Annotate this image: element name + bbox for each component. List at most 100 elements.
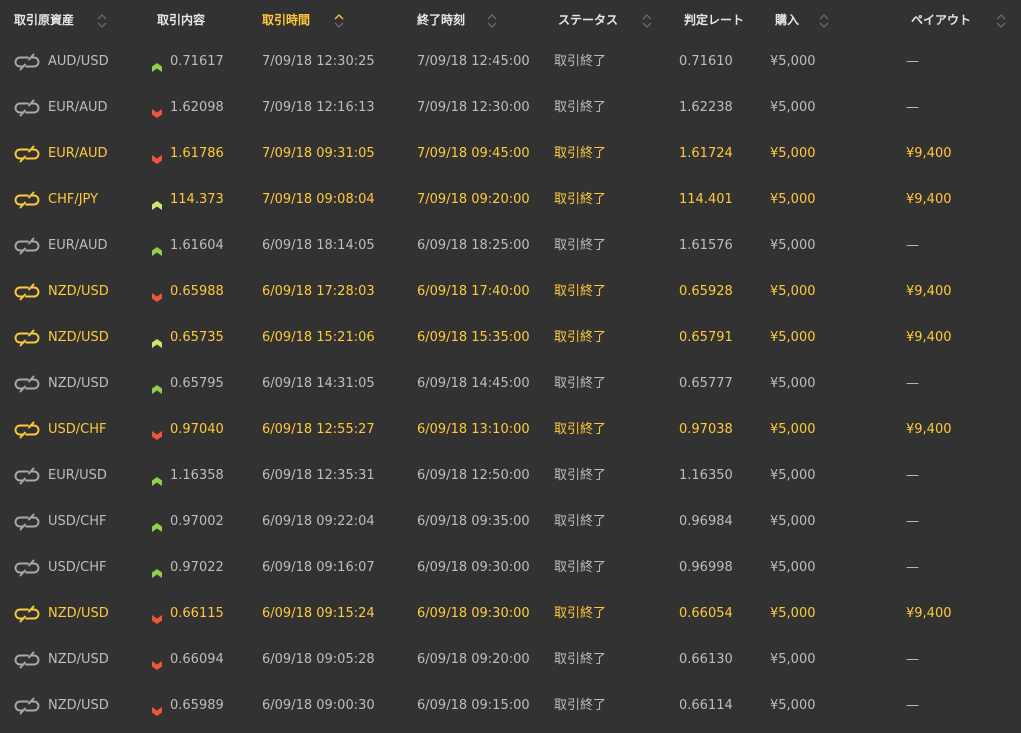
exchange-icon <box>14 329 40 347</box>
status-cell: 取引終了 <box>554 100 607 115</box>
end-time-cell: 6/09/18 09:30:00 <box>417 560 530 575</box>
table-header: 取引原資産 取引内容 取引時間 終了時刻 ステータス 判定レート 購入 ペイアウ… <box>0 0 1021 40</box>
purchase-cell: ¥5,000 <box>770 606 816 621</box>
table-row[interactable]: EUR/AUD 1.62098 7/09/18 12:16:13 7/09/18 12… <box>0 85 1021 131</box>
judgment-rate-cell: 0.66054 <box>679 606 733 621</box>
asset-cell: NZD/USD <box>48 330 109 345</box>
table-row[interactable]: AUD/USD 0.71617 7/09/18 12:30:25 7/09/18 12… <box>0 39 1021 85</box>
judgment-rate-cell: 114.401 <box>679 192 733 207</box>
entry-rate-cell: 1.62098 <box>170 100 224 115</box>
end-time-cell: 6/09/18 09:15:00 <box>417 698 530 713</box>
arrow-down-icon <box>152 149 162 164</box>
column-header-end-time[interactable]: 終了時刻 <box>417 12 465 28</box>
entry-rate-cell: 0.97002 <box>170 514 224 529</box>
arrow-down-icon <box>152 655 162 670</box>
status-cell: 取引終了 <box>554 698 607 713</box>
table-row[interactable]: NZD/USD 0.65989 6/09/18 09:00:30 6/09/18 09… <box>0 683 1021 729</box>
table-row[interactable]: NZD/USD 0.66115 6/09/18 09:15:24 6/09/18 09… <box>0 591 1021 637</box>
entry-rate-cell: 1.16358 <box>170 468 224 483</box>
exchange-icon <box>14 697 40 715</box>
entry-rate-cell: 0.65735 <box>170 330 224 345</box>
arrow-down-icon <box>152 287 162 302</box>
payout-cell: ¥9,400 <box>906 192 952 207</box>
entry-rate-cell: 0.65989 <box>170 698 224 713</box>
asset-cell: USD/CHF <box>48 422 107 437</box>
asset-cell: NZD/USD <box>48 652 109 667</box>
entry-rate-cell: 1.61786 <box>170 146 224 161</box>
sort-icon[interactable] <box>819 13 829 29</box>
end-time-cell: 6/09/18 15:35:00 <box>417 330 530 345</box>
trade-time-cell: 6/09/18 09:05:28 <box>262 652 375 667</box>
table-row[interactable]: USD/CHF 0.97040 6/09/18 12:55:27 6/09/18 13… <box>0 407 1021 453</box>
table-row[interactable]: EUR/AUD 1.61786 7/09/18 09:31:05 7/09/18 09… <box>0 131 1021 177</box>
payout-cell: — <box>906 54 919 69</box>
table-row[interactable]: CHF/JPY 114.373 7/09/18 09:08:04 7/09/18 09… <box>0 177 1021 223</box>
exchange-icon <box>14 283 40 301</box>
column-header-payout[interactable]: ペイアウト <box>911 12 971 28</box>
table-row[interactable]: NZD/USD 0.65735 6/09/18 15:21:06 6/09/18 15… <box>0 315 1021 361</box>
judgment-rate-cell: 0.65777 <box>679 376 733 391</box>
end-time-cell: 6/09/18 17:40:00 <box>417 284 530 299</box>
purchase-cell: ¥5,000 <box>770 376 816 391</box>
trade-time-cell: 7/09/18 12:16:13 <box>262 100 375 115</box>
status-cell: 取引終了 <box>554 422 607 437</box>
end-time-cell: 6/09/18 09:20:00 <box>417 652 530 667</box>
end-time-cell: 6/09/18 14:45:00 <box>417 376 530 391</box>
entry-rate-cell: 0.66115 <box>170 606 224 621</box>
entry-rate-cell: 0.66094 <box>170 652 224 667</box>
asset-cell: AUD/USD <box>48 54 109 69</box>
table-row[interactable]: NZD/USD 0.65988 6/09/18 17:28:03 6/09/18 17… <box>0 269 1021 315</box>
column-header-content[interactable]: 取引内容 <box>157 12 205 28</box>
entry-rate-cell: 0.71617 <box>170 54 224 69</box>
sort-icon[interactable] <box>487 13 497 29</box>
judgment-rate-cell: 0.96998 <box>679 560 733 575</box>
arrow-down-icon <box>152 701 162 716</box>
judgment-rate-cell: 1.61724 <box>679 146 733 161</box>
trade-time-cell: 6/09/18 18:14:05 <box>262 238 375 253</box>
table-row[interactable]: USD/CHF 0.97002 6/09/18 09:22:04 6/09/18 09… <box>0 499 1021 545</box>
table-row[interactable]: USD/CHF 0.97022 6/09/18 09:16:07 6/09/18 09… <box>0 545 1021 591</box>
column-header-asset[interactable]: 取引原資産 <box>14 12 74 28</box>
arrow-up-icon <box>152 195 162 210</box>
judgment-rate-cell: 0.97038 <box>679 422 733 437</box>
sort-icon[interactable] <box>642 13 652 29</box>
judgment-rate-cell: 0.65791 <box>679 330 733 345</box>
asset-cell: EUR/AUD <box>48 100 108 115</box>
judgment-rate-cell: 1.16350 <box>679 468 733 483</box>
trade-time-cell: 6/09/18 09:00:30 <box>262 698 375 713</box>
sort-icon-active[interactable] <box>334 13 344 29</box>
purchase-cell: ¥5,000 <box>770 330 816 345</box>
exchange-icon <box>14 651 40 669</box>
end-time-cell: 6/09/18 09:35:00 <box>417 514 530 529</box>
column-header-trade-time[interactable]: 取引時間 <box>262 12 310 28</box>
judgment-rate-cell: 0.66114 <box>679 698 733 713</box>
payout-cell: — <box>906 514 919 529</box>
column-header-purchase[interactable]: 購入 <box>775 12 799 28</box>
entry-rate-cell: 114.373 <box>170 192 224 207</box>
status-cell: 取引終了 <box>554 468 607 483</box>
table-row[interactable]: NZD/USD 0.65795 6/09/18 14:31:05 6/09/18 14… <box>0 361 1021 407</box>
purchase-cell: ¥5,000 <box>770 192 816 207</box>
sort-icon[interactable] <box>996 13 1006 29</box>
column-header-status[interactable]: ステータス <box>558 12 618 28</box>
asset-cell: EUR/USD <box>48 468 107 483</box>
purchase-cell: ¥5,000 <box>770 514 816 529</box>
arrow-down-icon <box>152 609 162 624</box>
sort-icon[interactable] <box>97 13 107 29</box>
end-time-cell: 7/09/18 12:45:00 <box>417 54 530 69</box>
payout-cell: ¥9,400 <box>906 606 952 621</box>
status-cell: 取引終了 <box>554 330 607 345</box>
status-cell: 取引終了 <box>554 284 607 299</box>
arrow-up-icon <box>152 379 162 394</box>
status-cell: 取引終了 <box>554 376 607 391</box>
table-row[interactable]: EUR/USD 1.16358 6/09/18 12:35:31 6/09/18 12… <box>0 453 1021 499</box>
table-row[interactable]: NZD/USD 0.66094 6/09/18 09:05:28 6/09/18 09… <box>0 637 1021 683</box>
table-row[interactable]: EUR/AUD 1.61604 6/09/18 18:14:05 6/09/18 18… <box>0 223 1021 269</box>
arrow-up-icon <box>152 333 162 348</box>
judgment-rate-cell: 0.65928 <box>679 284 733 299</box>
entry-rate-cell: 0.65988 <box>170 284 224 299</box>
column-header-rate[interactable]: 判定レート <box>684 12 744 28</box>
exchange-icon <box>14 559 40 577</box>
entry-rate-cell: 1.61604 <box>170 238 224 253</box>
exchange-icon <box>14 53 40 71</box>
